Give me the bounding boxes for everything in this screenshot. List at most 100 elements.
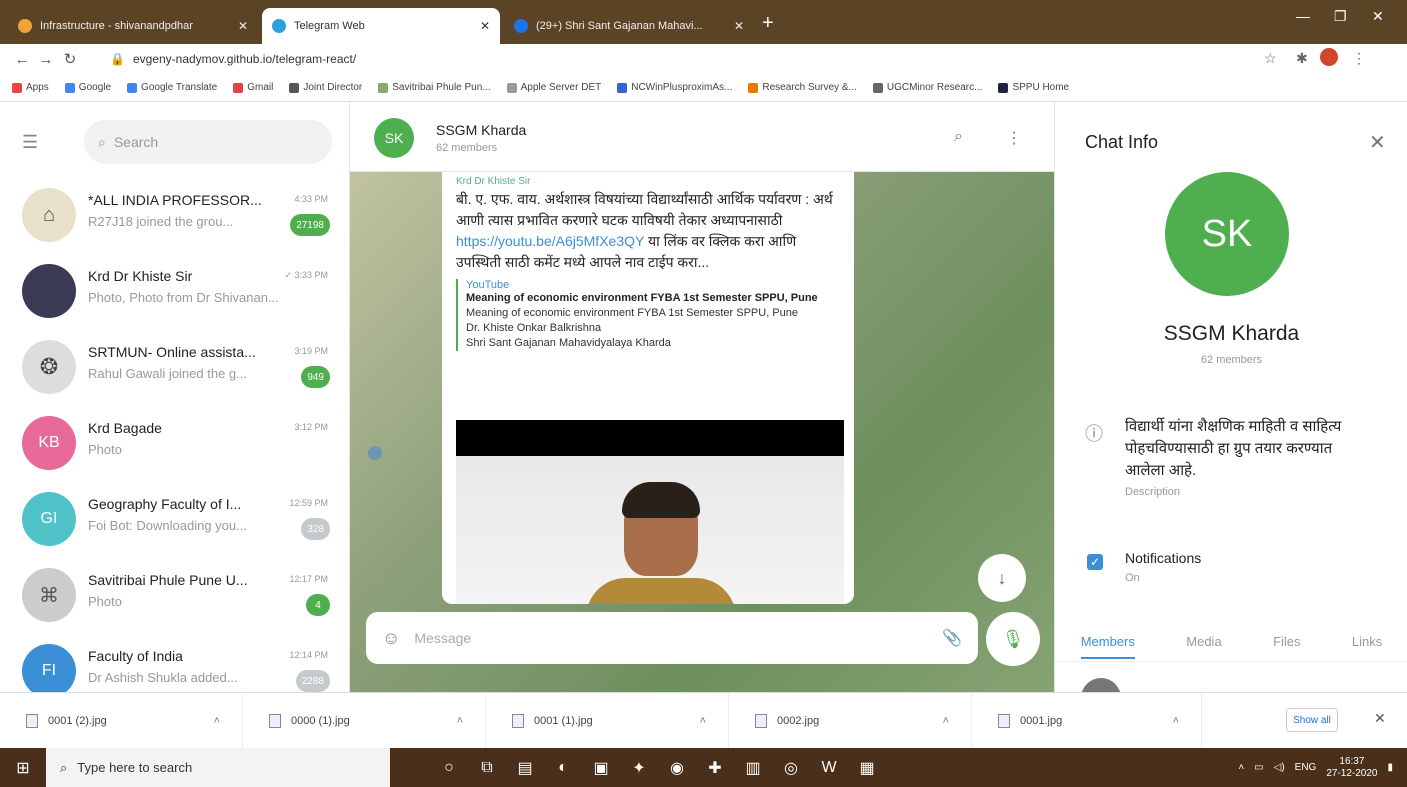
bookmark[interactable]: Gmail <box>233 82 273 93</box>
search-input[interactable]: ⌕ Search <box>84 120 332 164</box>
clock[interactable]: 16:37 27-12-2020 <box>1326 756 1377 780</box>
hamburger-menu-icon[interactable]: ☰ <box>22 132 38 153</box>
volume-icon[interactable]: ◁) <box>1274 762 1285 773</box>
bookmark[interactable]: Google Translate <box>127 82 217 93</box>
group-avatar[interactable]: SK <box>1165 172 1289 296</box>
bookmark[interactable]: Joint Director <box>289 82 362 93</box>
back-icon[interactable]: ← <box>10 51 34 68</box>
unread-badge: 328 <box>301 518 330 540</box>
chat-avatar[interactable]: SK <box>374 118 414 158</box>
close-window-icon[interactable]: ✕ <box>1372 8 1384 25</box>
new-tab-button[interactable]: + <box>762 12 774 35</box>
close-tab-icon[interactable]: ✕ <box>734 19 744 33</box>
taskbar-search-input[interactable]: ⌕ Type here to search <box>46 748 390 787</box>
message-select-icon[interactable] <box>368 446 382 460</box>
windows-start-icon[interactable]: ⊞ <box>0 748 46 787</box>
image-file-icon <box>269 713 281 728</box>
minimize-icon[interactable]: — <box>1296 8 1310 24</box>
battery-icon[interactable]: ▭ <box>1254 762 1263 773</box>
chat-list-item[interactable]: ⌂ *ALL INDIA PROFESSOR... R27J18 joined … <box>0 178 349 250</box>
search-icon[interactable]: ⌕ <box>954 128 963 146</box>
bookmark[interactable]: NCWinPlusproximAs... <box>617 82 732 93</box>
photos-icon[interactable]: ▦ <box>848 748 886 787</box>
chat-list-item[interactable]: Krd Dr Khiste Sir Photo, Photo from Dr S… <box>0 254 349 326</box>
message-link[interactable]: https://youtu.be/A6j5MfXe3QY <box>456 233 644 249</box>
chat-list-item[interactable]: GI Geography Faculty of I... Foi Bot: Do… <box>0 482 349 554</box>
url-field[interactable]: 🔒 evgeny-nadymov.github.io/telegram-reac… <box>110 47 1250 71</box>
image-file-icon <box>755 713 767 728</box>
browser-tab[interactable]: Infrastructure - shivanandpdhar ✕ <box>8 8 258 44</box>
bookmark-label: NCWinPlusproximAs... <box>631 82 733 93</box>
extensions-icon[interactable]: ✱ <box>1296 50 1308 67</box>
forward-icon[interactable]: → <box>34 51 58 68</box>
chevron-up-icon[interactable]: ˄ <box>700 715 706 727</box>
more-icon[interactable]: ⋮ <box>1352 50 1366 67</box>
cortana-icon[interactable]: ○ <box>430 748 468 787</box>
chevron-up-icon[interactable]: ˄ <box>943 715 949 727</box>
word-icon[interactable]: W <box>810 748 848 787</box>
bookmark[interactable]: Savitribai Phule Pun... <box>378 82 491 93</box>
person-hair <box>622 482 700 518</box>
language-indicator[interactable]: ENG <box>1295 762 1317 773</box>
member-avatar[interactable] <box>1081 678 1121 692</box>
chevron-up-icon[interactable]: ˄ <box>1173 715 1179 727</box>
star-icon[interactable]: ☆ <box>1264 50 1277 67</box>
download-item[interactable]: 0001.jpg ˄ <box>972 692 1202 749</box>
bookmark[interactable]: Apps <box>12 82 49 93</box>
app-icon[interactable]: ▥ <box>734 748 772 787</box>
scroll-down-button[interactable]: ↓ <box>978 554 1026 602</box>
notifications-checkbox[interactable]: ✓ <box>1087 554 1103 570</box>
bookmark[interactable]: Research Survey &... <box>748 82 857 93</box>
link-preview[interactable]: YouTube Meaning of economic environment … <box>456 279 840 351</box>
download-item[interactable]: 0000 (1).jpg ˄ <box>243 692 486 749</box>
chat-list-item[interactable]: ⌘ Savitribai Phule Pune U... Photo 12:17… <box>0 558 349 630</box>
video-thumbnail[interactable] <box>456 456 844 604</box>
chat-preview: Foi Bot: Downloading you... <box>88 518 247 533</box>
bookmark[interactable]: UGCMinor Researc... <box>872 82 982 93</box>
reload-icon[interactable]: ↻ <box>58 50 82 68</box>
notifications-icon[interactable]: ▮ <box>1387 762 1393 773</box>
download-filename: 0001 (1).jpg <box>534 714 593 727</box>
chevron-up-icon[interactable]: ˄ <box>1238 762 1244 773</box>
close-tab-icon[interactable]: ✕ <box>238 19 248 33</box>
app-icon[interactable]: ◉ <box>658 748 696 787</box>
app-icon[interactable]: ✦ <box>620 748 658 787</box>
download-item[interactable]: 0001 (1).jpg ˄ <box>486 692 729 749</box>
chevron-up-icon[interactable]: ˄ <box>457 715 463 727</box>
download-item[interactable]: 0002.jpg ˄ <box>729 692 972 749</box>
tab-links[interactable]: Links <box>1352 634 1382 649</box>
chevron-up-icon[interactable]: ˄ <box>214 715 220 727</box>
browser-tab-active[interactable]: Telegram Web ✕ <box>262 8 500 44</box>
voice-record-button[interactable]: 🎙 <box>986 612 1040 666</box>
app-icon[interactable]: ✚ <box>696 748 734 787</box>
maximize-icon[interactable]: ❐ <box>1334 8 1347 25</box>
download-item[interactable]: 0001 (2).jpg ˄ <box>0 692 243 749</box>
profile-avatar[interactable] <box>1320 48 1338 66</box>
message-input[interactable]: ☺ Message 📎 <box>366 612 978 664</box>
chat-name: Geography Faculty of I... <box>88 496 242 512</box>
bookmark[interactable]: SPPU Home <box>998 82 1069 93</box>
bookmark-label: SPPU Home <box>1012 82 1070 93</box>
close-downloads-icon[interactable]: ✕ <box>1374 710 1386 727</box>
close-tab-icon[interactable]: ✕ <box>480 19 490 33</box>
task-view-icon[interactable]: ⧉ <box>468 748 506 787</box>
chrome-icon[interactable]: ◎ <box>772 748 810 787</box>
tab-files[interactable]: Files <box>1273 634 1300 649</box>
bookmark[interactable]: Google <box>64 82 111 93</box>
file-explorer-icon[interactable]: ▤ <box>506 748 544 787</box>
bookmark[interactable]: Apple Server DET <box>506 82 601 93</box>
tab-members[interactable]: Members <box>1080 634 1135 659</box>
emoji-icon[interactable]: ☺ <box>382 628 400 649</box>
chat-list-item[interactable]: FI Faculty of India Dr Ashish Shukla add… <box>0 634 349 692</box>
more-vertical-icon[interactable]: ⋮ <box>1006 128 1022 148</box>
attach-icon[interactable]: 📎 <box>942 628 962 648</box>
chat-header[interactable]: SK SSGM Kharda 62 members ⌕ ⋮ <box>350 102 1054 172</box>
show-all-button[interactable]: Show all <box>1286 708 1338 732</box>
browser-tab[interactable]: (29+) Shri Sant Gajanan Mahavi... ✕ <box>504 8 754 44</box>
close-icon[interactable]: ✕ <box>1369 130 1386 155</box>
edge-icon[interactable]: ◐ <box>544 748 582 787</box>
chat-list-item[interactable]: ❂ SRTMUN- Online assista... Rahul Gawali… <box>0 330 349 402</box>
chat-list-item[interactable]: KB Krd Bagade Photo 3:12 PM <box>0 406 349 478</box>
tab-media[interactable]: Media <box>1186 634 1221 649</box>
store-icon[interactable]: ▣ <box>582 748 620 787</box>
